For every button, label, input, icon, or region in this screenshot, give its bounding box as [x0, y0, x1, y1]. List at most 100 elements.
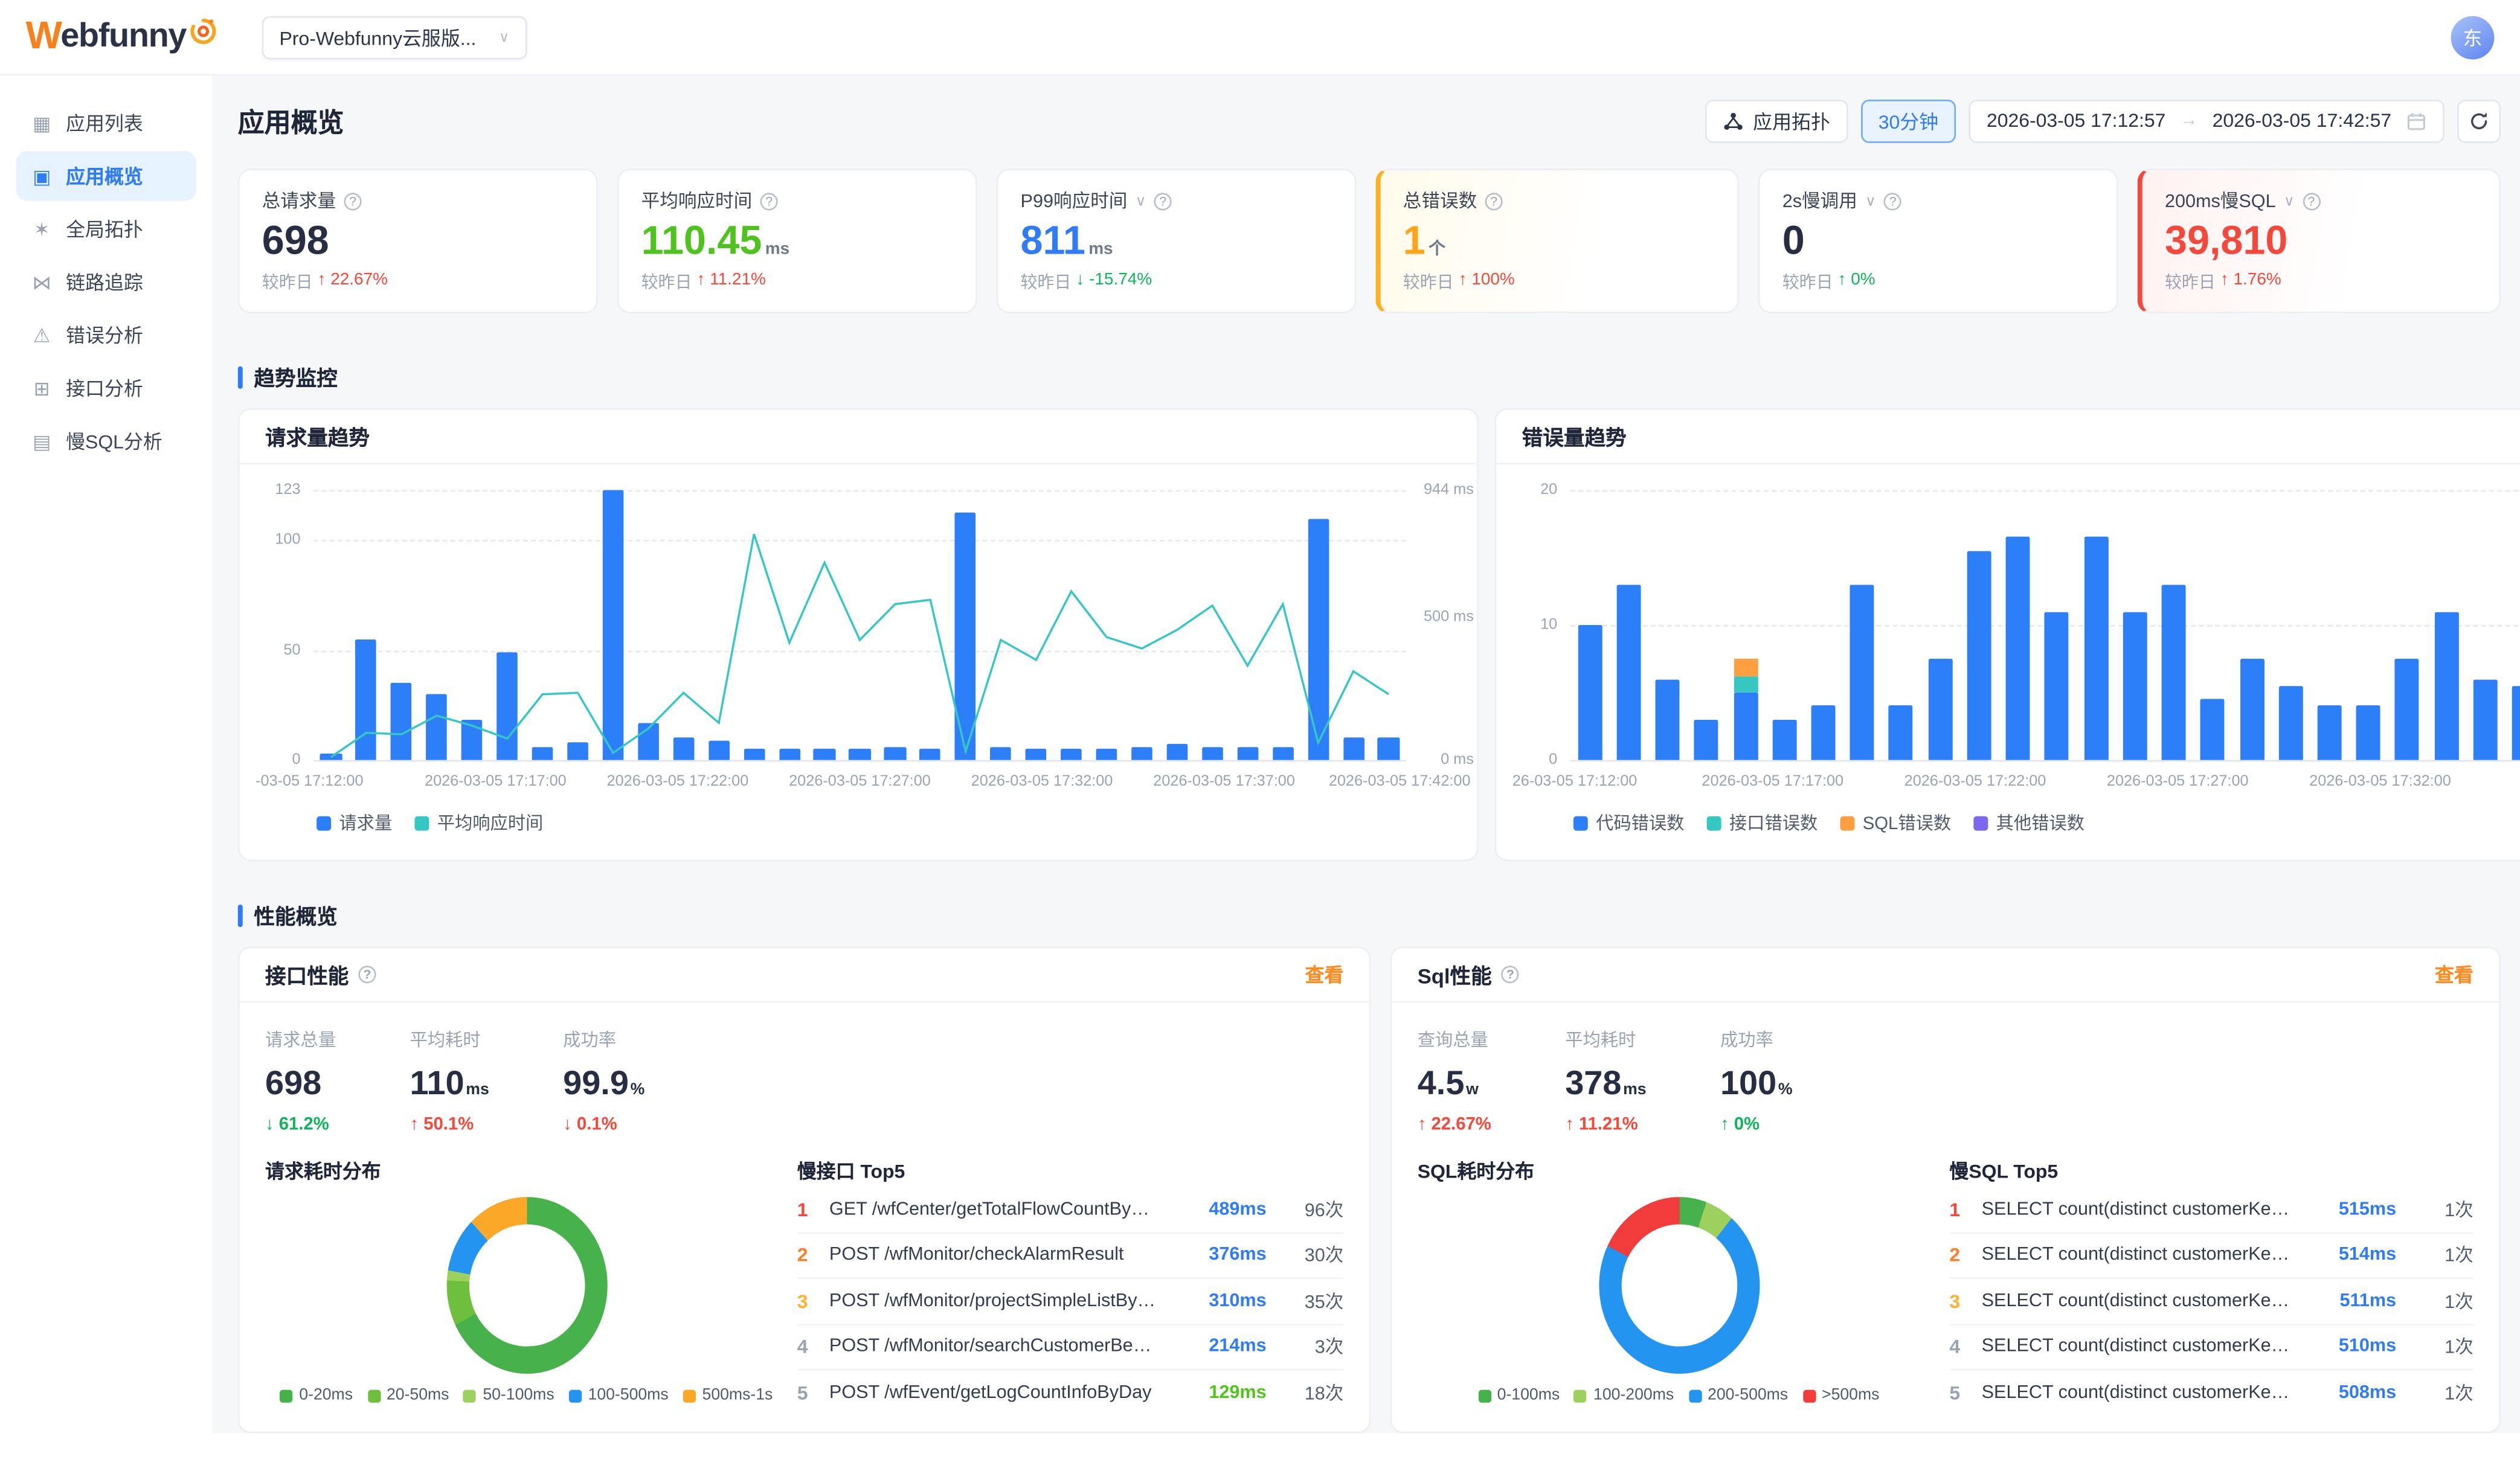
legend-item[interactable]: 500ms-1s	[683, 1386, 773, 1404]
help-icon[interactable]	[760, 192, 778, 210]
card-value: 110.45ms	[641, 222, 953, 262]
sidebar-item-label: 应用概览	[66, 162, 143, 190]
help-icon[interactable]	[2303, 192, 2320, 210]
legend-swatch	[1573, 815, 1588, 830]
x-tick-label: 2026-03-05 17:17:00	[1702, 773, 1843, 790]
help-icon[interactable]	[358, 966, 376, 983]
stat-request-total: 请求总量 698 ↓ 61.2%	[265, 1027, 336, 1134]
sidebar-item-slow-sql[interactable]: ▤ 慢SQL分析	[16, 416, 196, 466]
gridline	[313, 760, 1406, 762]
x-tick-label: -03-05 17:12:00	[256, 773, 364, 790]
legend-label: 代码错误数	[1596, 810, 1684, 836]
sidebar-item-error-analysis[interactable]: ⚠ 错误分析	[16, 310, 196, 360]
y-tick-label: 10	[1509, 616, 1557, 633]
sql-donut-legend: 0-100ms 100-200ms 200-500ms >500ms	[1418, 1386, 1940, 1404]
help-icon[interactable]	[1502, 966, 1519, 983]
card-p99-response-time[interactable]: P99响应时间∨ 811ms 较昨日↓ -15.74%	[997, 168, 1357, 313]
sidebar-item-app-overview[interactable]: ▣ 应用概览	[16, 151, 196, 200]
sql-performance-panel: Sql性能 查看 查询总量 4.5w ↑ 22.67% 平均耗时 378ms	[1390, 946, 2501, 1433]
chevron-down-icon[interactable]: ∨	[1136, 192, 1146, 210]
avatar[interactable]: 东	[2451, 15, 2495, 59]
card-slow-sql[interactable]: 200ms慢SQL∨ 39,810 较昨日↑ 1.76%	[2138, 168, 2501, 313]
stat-avg-cost: 平均耗时 378ms ↑ 11.21%	[1565, 1027, 1646, 1134]
chevron-down-icon[interactable]: ∨	[2284, 192, 2295, 210]
legend-item[interactable]: 100-500ms	[569, 1386, 669, 1404]
panel-title: 请求量趋势	[265, 421, 370, 452]
legend-label: 500ms-1s	[702, 1386, 773, 1404]
legend-item[interactable]: 其他错误数	[1973, 810, 2084, 836]
sql-duration-distribution: SQL耗时分布 0-100ms100-200ms200-500ms>500ms	[1418, 1150, 1940, 1416]
slow-api-row[interactable]: 2 POST /wfMonitor/checkAlarmResult 376ms…	[797, 1233, 1344, 1279]
bar	[2318, 706, 2342, 760]
request-trend-xaxis: -03-05 17:12:002026-03-05 17:17:002026-0…	[313, 765, 1406, 803]
view-link[interactable]: 查看	[2435, 961, 2473, 988]
bar	[2200, 699, 2225, 760]
card-slow-calls[interactable]: 2s慢调用∨ 0 较昨日↑ 0%	[1758, 168, 2118, 313]
request-trend-panel: 请求量趋势 123100500944 ms500 ms0 ms -03-05 1…	[238, 408, 1479, 861]
legend-item[interactable]: >500ms	[1802, 1386, 1879, 1404]
slow-api-row[interactable]: 1 GET /wfCenter/getTotalFlowCountByCompa…	[797, 1187, 1344, 1233]
help-icon[interactable]	[1154, 192, 1172, 210]
card-total-errors[interactable]: 总错误数 1个 较昨日↑ 100%	[1376, 168, 1739, 313]
bar	[1850, 585, 1874, 760]
legend-item[interactable]: SQL错误数	[1840, 810, 1952, 836]
section-title-trend: 趋势监控	[238, 362, 2501, 393]
slow-api-row[interactable]: 5 POST /wfEvent/getLogCountInfoByDay 129…	[797, 1371, 1344, 1417]
y-tick-label: 20	[1509, 481, 1557, 499]
view-link[interactable]: 查看	[1305, 961, 1343, 988]
help-icon[interactable]	[1485, 192, 1502, 210]
time-range-button[interactable]: 30分钟	[1860, 99, 1956, 143]
slow-sql-row[interactable]: 1 SELECT count(distinct customerKey) as …	[1949, 1187, 2473, 1233]
chevron-down-icon[interactable]: ∨	[1865, 192, 1876, 210]
request-trend-legend: 请求量平均响应时间	[313, 803, 1406, 842]
sql-duration-donut	[1598, 1197, 1759, 1374]
webfunny-logo[interactable]: Webfunny	[26, 14, 217, 59]
sidebar-item-app-list[interactable]: ▦ 应用列表	[16, 98, 196, 147]
project-select[interactable]: Pro-Webfunny云服版... ∨	[262, 15, 527, 59]
legend-item[interactable]: 50-100ms	[463, 1386, 554, 1404]
app-topology-button[interactable]: 应用拓扑	[1705, 99, 1848, 143]
legend-item[interactable]: 代码错误数	[1573, 810, 1685, 836]
legend-swatch	[414, 815, 429, 830]
card-value: 39,810	[2165, 222, 2477, 262]
card-delta: 较昨日↓ -15.74%	[1021, 270, 1332, 294]
help-icon[interactable]	[344, 192, 361, 210]
legend-item[interactable]: 200-500ms	[1688, 1386, 1788, 1404]
app-window: Webfunny Pro-Webfunny云服版... ∨ 东 ▦ 应用列表 ▣…	[0, 0, 2520, 1465]
bar	[2240, 659, 2264, 760]
sql-icon: ▤	[31, 430, 53, 452]
card-total-requests[interactable]: 总请求量 698 较昨日↑ 22.67%	[238, 168, 598, 313]
legend-item[interactable]: 请求量	[317, 810, 392, 836]
legend-label: 50-100ms	[483, 1386, 554, 1404]
refresh-button[interactable]	[2457, 99, 2501, 143]
overview-icon: ▣	[31, 165, 53, 187]
bar	[2434, 612, 2458, 760]
card-avg-response-time[interactable]: 平均响应时间 110.45ms 较昨日↑ 11.21%	[617, 168, 977, 313]
date-end: 2026-03-05 17:42:57	[2213, 109, 2392, 132]
sidebar-item-label: 链路追踪	[66, 268, 143, 295]
slow-api-row[interactable]: 4 POST /wfMonitor/searchCustomerBehavior…	[797, 1325, 1344, 1371]
sidebar-item-label: 全局拓扑	[66, 216, 143, 243]
sidebar-item-trace[interactable]: ⋈ 链路追踪	[16, 257, 196, 307]
slow-sql-row[interactable]: 5 SELECT count(distinct customerKey) as …	[1949, 1371, 2473, 1417]
legend-label: 100-500ms	[588, 1386, 669, 1404]
slow-sql-row[interactable]: 2 SELECT count(distinct customerKey) as …	[1949, 1233, 2473, 1279]
bar	[2356, 706, 2380, 760]
y-right-tick-label: 500 ms	[1424, 608, 1474, 626]
help-icon[interactable]	[1884, 192, 1901, 210]
sidebar-item-global-topology[interactable]: ✶ 全局拓扑	[16, 204, 196, 254]
legend-item[interactable]: 0-100ms	[1478, 1386, 1560, 1404]
slow-sql-row[interactable]: 3 SELECT count(distinct customerKey) as …	[1949, 1279, 2473, 1325]
legend-item[interactable]: 0-20ms	[280, 1386, 353, 1404]
slow-sql-row[interactable]: 4 SELECT count(distinct customerKey) as …	[1949, 1325, 2473, 1371]
legend-item[interactable]: 平均响应时间	[414, 810, 543, 836]
sidebar-item-api-analysis[interactable]: ⊞ 接口分析	[16, 363, 196, 412]
date-range-picker[interactable]: 2026-03-05 17:12:57 → 2026-03-05 17:42:5…	[1969, 99, 2444, 143]
legend-item[interactable]: 20-50ms	[367, 1386, 449, 1404]
bar	[1967, 551, 1991, 760]
panel-title: 接口性能	[265, 959, 349, 990]
slow-api-row[interactable]: 3 POST /wfMonitor/projectSimpleListByWeb…	[797, 1279, 1344, 1325]
legend-item[interactable]: 接口错误数	[1707, 810, 1818, 836]
bar	[2045, 612, 2069, 760]
legend-item[interactable]: 100-200ms	[1574, 1386, 1674, 1404]
